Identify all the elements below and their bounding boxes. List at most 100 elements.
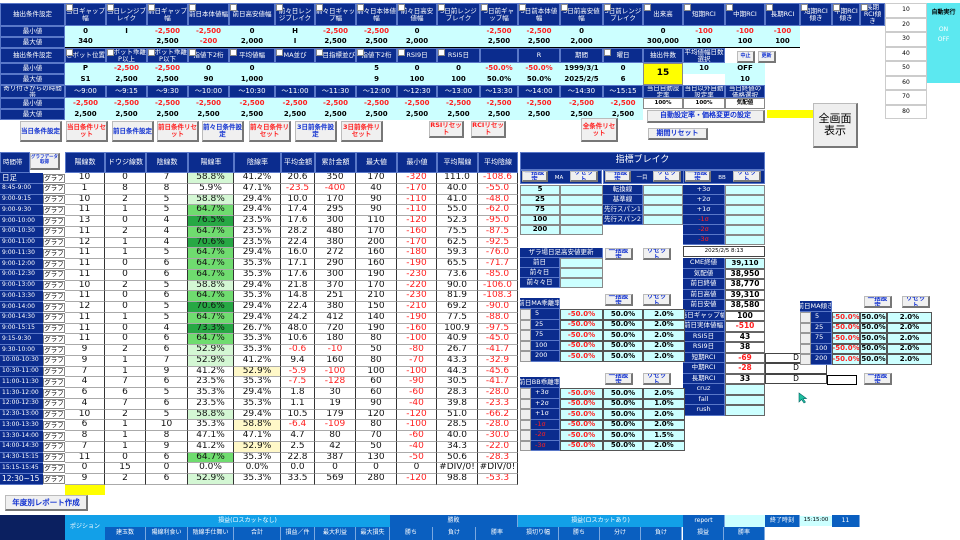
- reset-button[interactable]: リセット: [902, 296, 930, 308]
- graph-button[interactable]: グラフ: [43, 248, 65, 258]
- bb-value[interactable]: [725, 185, 765, 195]
- min-value-cell[interactable]: [437, 26, 480, 37]
- min-value-cell[interactable]: -100: [725, 26, 765, 37]
- bb-value[interactable]: [725, 195, 765, 205]
- graph-button[interactable]: グラフ: [43, 431, 65, 441]
- min-value-cell[interactable]: 0: [560, 26, 603, 37]
- ma-value[interactable]: [560, 195, 603, 205]
- ma_dev_rows-value[interactable]: 50.0%: [603, 340, 643, 351]
- min-value-cell[interactable]: 0: [397, 63, 437, 74]
- graph-button[interactable]: グラフ: [43, 281, 65, 291]
- bulk-set-button[interactable]: 一括設定: [605, 248, 633, 260]
- ma-value[interactable]: [560, 205, 603, 215]
- ma_slope_rows-value[interactable]: -50.0%: [832, 333, 860, 344]
- ma_dev_rows-value[interactable]: -50.0%: [560, 351, 603, 362]
- rsi-reset-button[interactable]: RSIリセット: [429, 121, 464, 138]
- max-value-cell[interactable]: 1,000: [229, 74, 275, 85]
- min-value-cell[interactable]: -2,500: [188, 26, 229, 37]
- max-value-cell[interactable]: 2,500: [356, 37, 397, 48]
- max-value-cell[interactable]: 2,000: [397, 37, 437, 48]
- max-value-cell[interactable]: [106, 37, 147, 48]
- ma_dev_rows-value[interactable]: 2.0%: [643, 340, 685, 351]
- ma_slope_rows-value[interactable]: 2.0%: [887, 312, 932, 323]
- bb_dev_rows-value[interactable]: 2.0%: [643, 388, 685, 399]
- yearly-report-button[interactable]: 年度別レポート作成: [5, 495, 88, 511]
- bulk-set-button[interactable]: 一括設定: [522, 171, 548, 182]
- max-value-cell[interactable]: 100: [397, 74, 437, 85]
- row-checkbox[interactable]: [520, 309, 531, 320]
- ma_dev_rows-value[interactable]: 2.0%: [643, 319, 685, 330]
- graph-button[interactable]: グラフ: [43, 238, 65, 248]
- min-value-cell[interactable]: -2,500: [480, 26, 518, 37]
- graph-button[interactable]: グラフ: [43, 420, 65, 430]
- graph-button[interactable]: グラフ: [43, 474, 65, 484]
- min-value-cell[interactable]: -2,500: [356, 26, 397, 37]
- condition-checkbox[interactable]: [148, 4, 155, 11]
- min-value-cell[interactable]: 0: [188, 63, 229, 74]
- condition-checkbox[interactable]: [519, 4, 526, 11]
- condition-checkbox[interactable]: [604, 49, 611, 56]
- ma_slope_rows-value[interactable]: 50.0%: [860, 333, 887, 344]
- ma-value[interactable]: [560, 215, 603, 225]
- max-value-cell[interactable]: 100: [725, 37, 765, 48]
- row-checkbox[interactable]: [520, 351, 531, 362]
- ma_dev_rows-value[interactable]: 50.0%: [603, 351, 643, 362]
- min-value-cell[interactable]: 気配値: [725, 98, 765, 109]
- prev3-reset-button[interactable]: 3日前条件リセット: [341, 121, 383, 142]
- min-value-cell[interactable]: -2,500: [147, 63, 188, 74]
- side-number-cell[interactable]: 30: [885, 32, 927, 47]
- row-checkbox[interactable]: [800, 354, 811, 365]
- min-value-cell[interactable]: [275, 63, 315, 74]
- bb-value[interactable]: [725, 235, 765, 245]
- max-value-cell[interactable]: 100: [683, 37, 725, 48]
- condition-checkbox[interactable]: [726, 4, 733, 11]
- ma_slope_rows-value[interactable]: -50.0%: [832, 354, 860, 365]
- ma-value[interactable]: [560, 225, 603, 235]
- min-value-cell[interactable]: -100: [683, 26, 725, 37]
- graph-button[interactable]: グラフ: [43, 356, 65, 366]
- ma_slope_rows-value[interactable]: 2.0%: [887, 354, 932, 365]
- max-value-cell[interactable]: 100: [437, 74, 480, 85]
- ma_dev_rows-value[interactable]: -50.0%: [560, 330, 603, 341]
- condition-checkbox[interactable]: [438, 49, 445, 56]
- row-checkbox[interactable]: [520, 409, 531, 420]
- min-value-cell[interactable]: 0: [229, 26, 275, 37]
- prev-set-button[interactable]: 前日条件設定: [112, 121, 154, 142]
- graph-button[interactable]: グラフ: [43, 377, 65, 387]
- bb-value[interactable]: [725, 205, 765, 215]
- min-value-cell[interactable]: -2,500: [315, 26, 356, 37]
- row-checkbox[interactable]: [520, 388, 531, 399]
- graph-button[interactable]: グラフ: [43, 302, 65, 312]
- condition-checkbox[interactable]: [481, 4, 488, 11]
- min-value-cell[interactable]: -100: [765, 26, 800, 37]
- zaraba-value[interactable]: [560, 258, 603, 268]
- min-value-cell[interactable]: -2,500: [480, 98, 518, 109]
- reset-button[interactable]: リセット: [653, 171, 681, 182]
- auto-off-option[interactable]: OFF: [927, 35, 960, 45]
- min-value-cell[interactable]: [603, 26, 643, 37]
- max-value-cell[interactable]: S1: [65, 74, 106, 85]
- min-value-cell[interactable]: -2,500: [188, 98, 229, 109]
- min-value-cell[interactable]: -2,500: [437, 98, 480, 109]
- min-value-cell[interactable]: -2,500: [356, 98, 397, 109]
- max-value-cell[interactable]: [275, 74, 315, 85]
- condition-checkbox[interactable]: [766, 4, 773, 11]
- bulk-set-button[interactable]: 一括設定: [605, 171, 631, 182]
- side-number-cell[interactable]: 70: [885, 90, 927, 105]
- ma_slope_rows-value[interactable]: 50.0%: [860, 322, 887, 333]
- condition-checkbox[interactable]: [861, 4, 868, 11]
- side-number-cell[interactable]: 50: [885, 61, 927, 76]
- bb_dev_rows-value[interactable]: -50.0%: [560, 388, 603, 399]
- max-value-cell[interactable]: 90: [188, 74, 229, 85]
- min-value-cell[interactable]: 100%: [643, 98, 683, 109]
- max-value-cell[interactable]: 9: [356, 74, 397, 85]
- bb_dev_rows-value[interactable]: 2.0%: [643, 409, 685, 420]
- reset-button[interactable]: リセット: [733, 171, 761, 182]
- condition-checkbox[interactable]: [604, 4, 611, 11]
- condition-checkbox[interactable]: [230, 4, 237, 11]
- condition-checkbox[interactable]: [107, 4, 114, 11]
- ichimoku-value[interactable]: [643, 215, 683, 225]
- graph-button[interactable]: グラフ: [43, 291, 65, 301]
- ma_slope_rows-value[interactable]: 2.0%: [887, 343, 932, 354]
- bb_dev_rows-value[interactable]: 2.0%: [643, 419, 685, 430]
